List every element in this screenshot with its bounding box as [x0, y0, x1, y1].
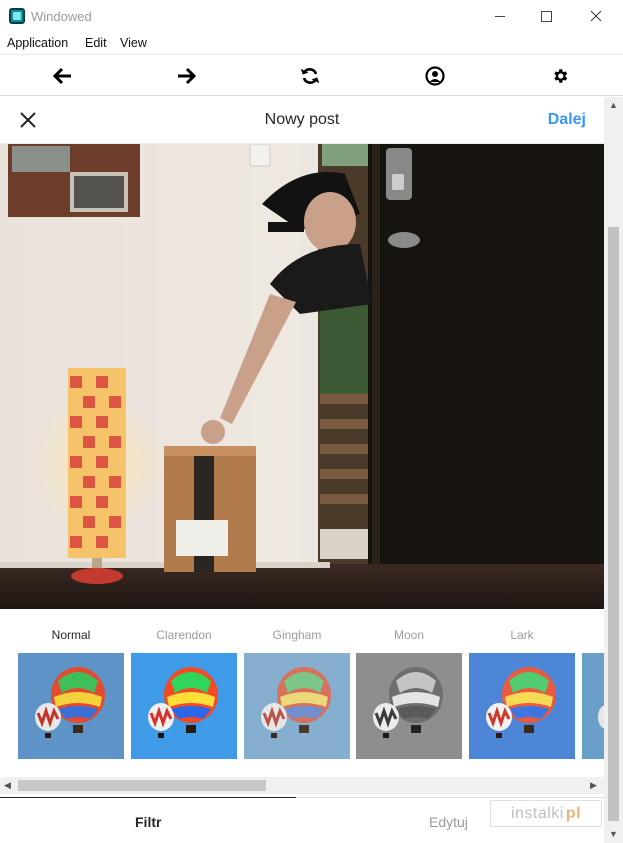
scroll-right-icon[interactable]: ▶ [590, 780, 597, 791]
close-window-button[interactable] [573, 0, 619, 32]
bottom-tab-bar: Filtr Edytuj instalki pl [0, 797, 604, 843]
profile-button[interactable] [423, 64, 447, 88]
filter-label-moon: Moon [393, 628, 425, 642]
minimize-button[interactable] [477, 0, 523, 32]
tab-filter[interactable]: Filtr [135, 814, 161, 830]
minimize-icon [495, 15, 505, 17]
title-bar: Windowed [0, 0, 623, 32]
vertical-scroll-thumb[interactable] [608, 227, 619, 821]
filter-thumb-lark[interactable] [469, 653, 575, 759]
arrow-left-icon [53, 67, 71, 85]
balloon-image [131, 653, 237, 759]
arrow-right-icon [178, 67, 196, 85]
next-button[interactable]: Dalej [548, 111, 586, 129]
filter-thumb-gingham[interactable] [244, 653, 350, 759]
filter-thumb-next[interactable] [582, 653, 604, 759]
scroll-up-icon[interactable]: ▲ [609, 100, 618, 110]
menu-view[interactable]: View [120, 36, 147, 50]
watermark-suffix: pl [565, 804, 582, 822]
menu-application[interactable]: Application [7, 36, 68, 50]
scroll-left-icon[interactable]: ◀ [4, 780, 11, 791]
refresh-icon [300, 68, 320, 84]
page-title: Nowy post [264, 111, 340, 128]
watermark-logo: instalki pl [490, 800, 602, 827]
maximize-icon [540, 10, 552, 22]
back-button[interactable] [51, 64, 75, 88]
nav-toolbar [0, 54, 623, 96]
tab-edit[interactable]: Edytuj [429, 814, 468, 830]
balloon-image [18, 653, 124, 759]
balloon-image [582, 653, 604, 759]
profile-icon [425, 66, 445, 86]
app-icon [9, 8, 25, 24]
watermark-text: instalki [510, 804, 564, 822]
window-title: Windowed [31, 9, 92, 24]
close-icon [590, 10, 602, 22]
settings-button[interactable] [548, 64, 572, 88]
filter-thumb-moon[interactable] [356, 653, 462, 759]
photo-image [0, 144, 604, 609]
balloon-image [244, 653, 350, 759]
filter-label-gingham: Gingham [272, 628, 322, 642]
post-header: Nowy post Dalej [0, 97, 604, 144]
balloon-image [469, 653, 575, 759]
scroll-down-icon[interactable]: ▼ [609, 829, 618, 839]
balloon-image [356, 653, 462, 759]
filter-label-normal: Normal [51, 628, 91, 642]
photo-preview [0, 144, 604, 609]
refresh-button[interactable] [298, 64, 322, 88]
maximize-button[interactable] [523, 0, 569, 32]
horizontal-scrollbar[interactable]: ◀ ▶ [0, 777, 604, 794]
active-tab-indicator [0, 797, 296, 798]
forward-button[interactable] [174, 64, 198, 88]
filter-label-lark: Lark [510, 628, 534, 642]
menu-edit[interactable]: Edit [85, 36, 107, 50]
filter-label-clarendon: Clarendon [156, 628, 212, 642]
gear-icon [554, 69, 568, 83]
menu-bar: Application Edit View [0, 32, 623, 54]
new-post-panel: Nowy post Dalej Normal Clarendon Gingham… [0, 97, 604, 843]
filter-thumb-normal[interactable] [18, 653, 124, 759]
horizontal-scroll-thumb[interactable] [18, 780, 266, 791]
filter-thumb-clarendon[interactable] [131, 653, 237, 759]
vertical-scrollbar[interactable]: ▲ ▼ [604, 97, 623, 843]
